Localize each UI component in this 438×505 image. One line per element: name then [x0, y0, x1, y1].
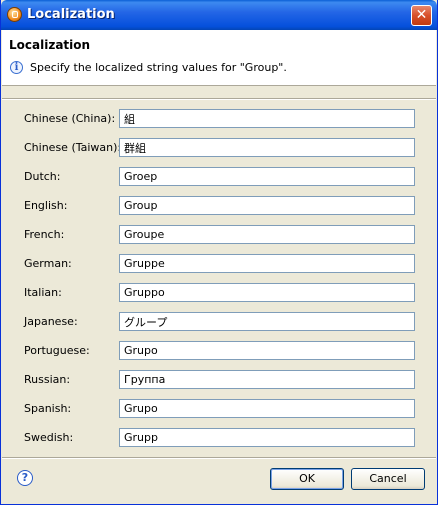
cancel-button[interactable]: Cancel: [351, 468, 425, 490]
localized-value-input[interactable]: [119, 109, 415, 128]
row-label: Dutch:: [24, 170, 61, 183]
row-label: German:: [24, 257, 72, 270]
row-label: Spanish:: [24, 402, 72, 415]
localization-dialog: Localization ✕ Localization i Specify th…: [0, 0, 438, 505]
row-label: French:: [24, 228, 65, 241]
top-separator: [2, 98, 436, 100]
close-button[interactable]: ✕: [411, 5, 432, 26]
localized-value-input[interactable]: [119, 196, 415, 215]
row-label: Chinese (Taiwan):: [24, 141, 122, 154]
localized-value-input[interactable]: [119, 399, 415, 418]
row-label: English:: [24, 199, 68, 212]
row-label: Chinese (China):: [24, 112, 116, 125]
localized-value-input[interactable]: [119, 167, 415, 186]
info-icon: i: [10, 61, 23, 74]
localized-value-input[interactable]: [119, 254, 415, 273]
app-icon: [7, 7, 22, 22]
bottom-separator: [2, 457, 436, 459]
banner-message: Specify the localized string values for …: [30, 61, 287, 74]
localized-value-input[interactable]: [119, 341, 415, 360]
localized-value-input[interactable]: [119, 370, 415, 389]
row-label: Portuguese:: [24, 344, 90, 357]
row-label: Swedish:: [24, 431, 74, 444]
row-label: Russian:: [24, 373, 71, 386]
window-title: Localization: [27, 7, 115, 22]
row-label: Italian:: [24, 286, 62, 299]
banner-title: Localization: [9, 38, 91, 52]
localized-value-input[interactable]: [119, 428, 415, 447]
localized-value-input[interactable]: [119, 312, 415, 331]
ok-button[interactable]: OK: [270, 468, 344, 490]
localized-value-input[interactable]: [119, 138, 415, 157]
title-bar[interactable]: Localization ✕: [1, 0, 437, 30]
help-icon[interactable]: ?: [17, 470, 33, 486]
localized-value-input[interactable]: [119, 283, 415, 302]
header-banner: Localization i Specify the localized str…: [2, 30, 436, 86]
row-label: Japanese:: [24, 315, 78, 328]
localized-value-input[interactable]: [119, 225, 415, 244]
